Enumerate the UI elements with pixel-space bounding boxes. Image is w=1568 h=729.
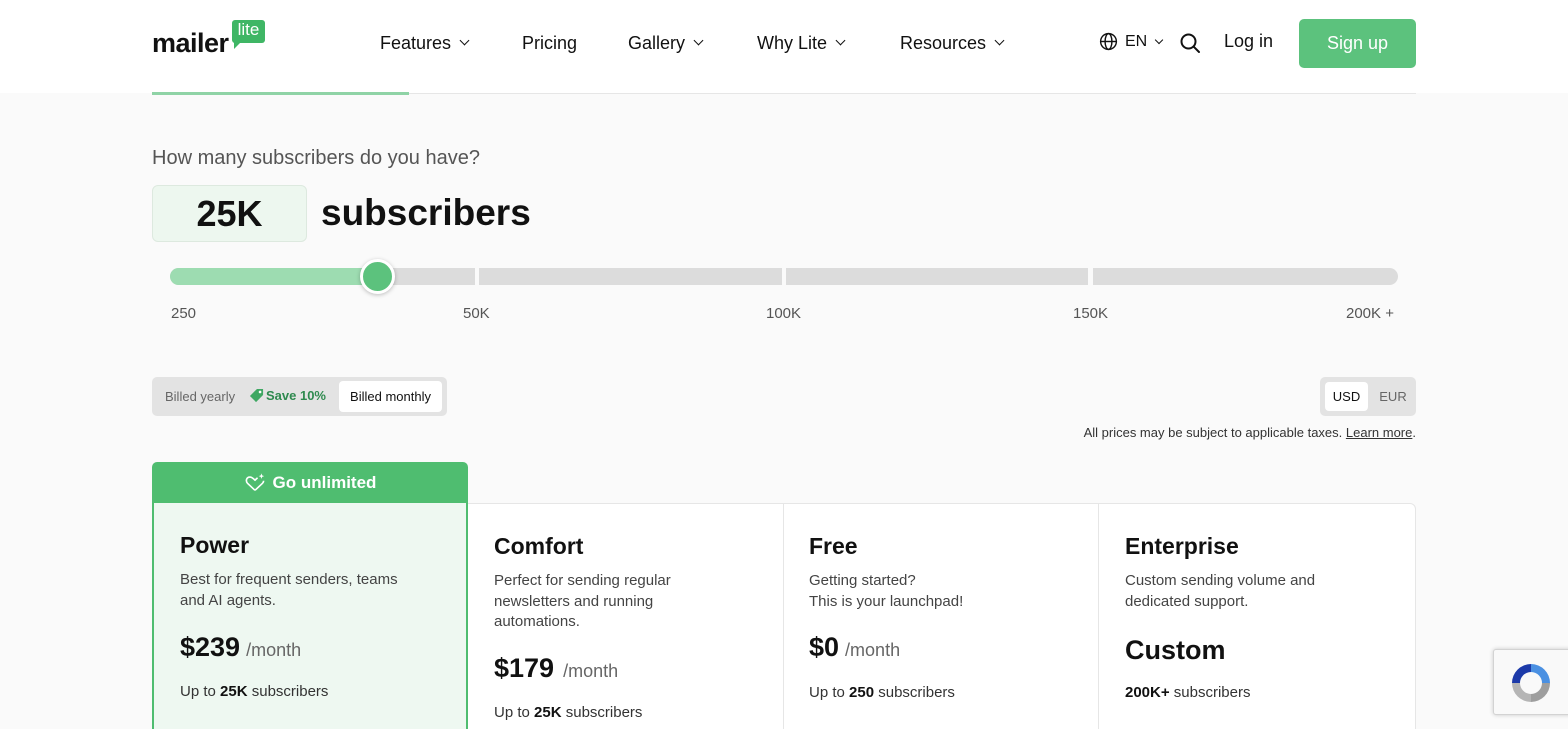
plan-subscriber-limit: Up to 250 subscribers	[809, 684, 955, 701]
sparkle-heart-icon	[245, 473, 264, 491]
slider-track-segment	[479, 268, 782, 285]
tax-note-suffix: .	[1412, 425, 1416, 440]
plan-price-amount: $239	[180, 632, 241, 662]
billed-monthly-option[interactable]: Billed monthly	[339, 381, 442, 412]
plan-subscriber-limit: Up to 25K subscribers	[180, 683, 328, 700]
plan-name: Enterprise	[1125, 533, 1239, 559]
subscriber-slider[interactable]	[170, 259, 1398, 294]
nav-why-lite-label: Why Lite	[757, 32, 828, 53]
plan-price-amount: $0	[809, 632, 840, 662]
search-icon[interactable]	[1179, 32, 1201, 54]
mailerlite-logo[interactable]: mailer lite	[152, 20, 266, 58]
slider-tick-label: 100K	[766, 305, 802, 322]
chevron-down-icon	[693, 35, 704, 46]
plan-name: Free	[809, 533, 858, 559]
nav-features-label: Features	[380, 32, 452, 53]
slider-track-segment	[1093, 268, 1398, 285]
globe-icon	[1099, 32, 1118, 51]
billed-yearly-option[interactable]: Billed yearly	[165, 389, 235, 404]
save-badge[interactable]: Save 10%	[249, 388, 326, 403]
plan-description: Custom sending volume and dedicated supp…	[1125, 572, 1316, 610]
tax-note: All prices may be subject to applicable …	[1084, 425, 1416, 440]
plan-description: Perfect for sending regular newsletters …	[494, 572, 671, 630]
plan-subs-prefix: Up to	[494, 704, 530, 721]
plan-subs-prefix: Up to	[809, 684, 845, 701]
slider-tick-label: 250	[171, 305, 197, 322]
plan-price: $0 /month	[809, 632, 900, 663]
plan-price: $239 /month	[180, 632, 301, 663]
nav-pricing-label: Pricing	[522, 32, 578, 53]
plan-price-custom: Custom	[1125, 635, 1226, 665]
save-label: Save 10%	[266, 388, 326, 403]
chevron-down-icon	[1154, 35, 1164, 44]
tax-note-text: All prices may be subject to applicable …	[1083, 425, 1343, 440]
subscriber-question: How many subscribers do you have?	[152, 147, 480, 169]
chevron-down-icon	[459, 35, 470, 46]
plan-subs-value: 25K	[220, 683, 248, 700]
plan-subs-suffix: subscribers	[565, 704, 643, 721]
slider-tick-label: 50K	[463, 305, 490, 322]
go-unlimited-banner: Go unlimited	[152, 462, 468, 504]
plan-subscriber-limit: Up to 25K subscribers	[494, 704, 642, 721]
plan-description: Getting started? This is your launchpad!	[809, 571, 1059, 612]
slider-tick-label: 200K +	[1346, 305, 1394, 322]
plan-subs-suffix: subscribers	[251, 683, 329, 700]
plan-description-line: This is your launchpad!	[809, 592, 964, 610]
plan-price-period: /month	[563, 661, 619, 681]
plan-name: Comfort	[494, 533, 584, 559]
learn-more-link[interactable]: Learn more	[1346, 425, 1412, 440]
plan-description-line: Getting started?	[809, 572, 916, 589]
nav-gallery[interactable]: Gallery	[628, 31, 704, 55]
plan-subs-suffix: subscribers	[1173, 684, 1251, 701]
plan-subs-prefix: Up to	[180, 683, 216, 700]
slider-thumb[interactable]	[359, 259, 395, 294]
recaptcha-icon	[1512, 664, 1550, 702]
header-progress-accent	[152, 92, 409, 95]
nav-why-lite[interactable]: Why Lite	[757, 31, 846, 55]
plan-subs-value: 250	[849, 684, 875, 701]
chevron-down-icon	[994, 35, 1005, 46]
slider-track-segment	[786, 268, 1088, 285]
slider-tick-label: 150K	[1073, 305, 1109, 322]
language-label: EN	[1125, 32, 1148, 50]
chevron-down-icon	[835, 35, 846, 46]
currency-toggle: USD EUR	[1320, 377, 1416, 416]
card-divider	[1098, 504, 1099, 729]
subscriber-count-input[interactable]: 25K	[152, 185, 307, 242]
plan-name: Power	[180, 532, 250, 558]
plan-description: Best for frequent senders, teams and AI …	[180, 571, 398, 609]
plan-price-amount: $179	[494, 653, 555, 683]
plan-price-period: /month	[246, 640, 302, 660]
logo-badge: lite	[231, 20, 266, 49]
plan-price: $179 /month	[494, 653, 618, 684]
billing-toggle: Billed yearly Save 10% Billed monthly	[152, 377, 447, 416]
language-selector[interactable]: EN	[1099, 32, 1164, 51]
signup-button[interactable]: Sign up	[1299, 19, 1416, 68]
logo-wordmark: mailer	[152, 28, 229, 58]
plan-subs-value: 200K+	[1125, 684, 1170, 701]
card-divider	[783, 504, 784, 729]
nav-resources[interactable]: Resources	[900, 31, 1005, 55]
tag-icon	[249, 388, 264, 403]
nav-gallery-label: Gallery	[628, 32, 686, 53]
subscriber-unit-label: subscribers	[321, 192, 531, 233]
currency-eur-option[interactable]: EUR	[1376, 382, 1410, 411]
recaptcha-badge[interactable]	[1493, 649, 1568, 715]
plan-price-period: /month	[845, 640, 901, 660]
nav-pricing[interactable]: Pricing	[522, 31, 577, 55]
currency-usd-option[interactable]: USD	[1325, 382, 1368, 411]
plan-subs-suffix: subscribers	[878, 684, 955, 701]
go-unlimited-label: Go unlimited	[272, 473, 377, 492]
nav-resources-label: Resources	[900, 32, 987, 53]
plan-subscriber-limit: 200K+ subscribers	[1125, 684, 1251, 701]
plan-subs-value: 25K	[534, 704, 562, 721]
login-link[interactable]: Log in	[1224, 31, 1273, 52]
slider-fill	[170, 268, 370, 285]
nav-features[interactable]: Features	[380, 31, 470, 55]
